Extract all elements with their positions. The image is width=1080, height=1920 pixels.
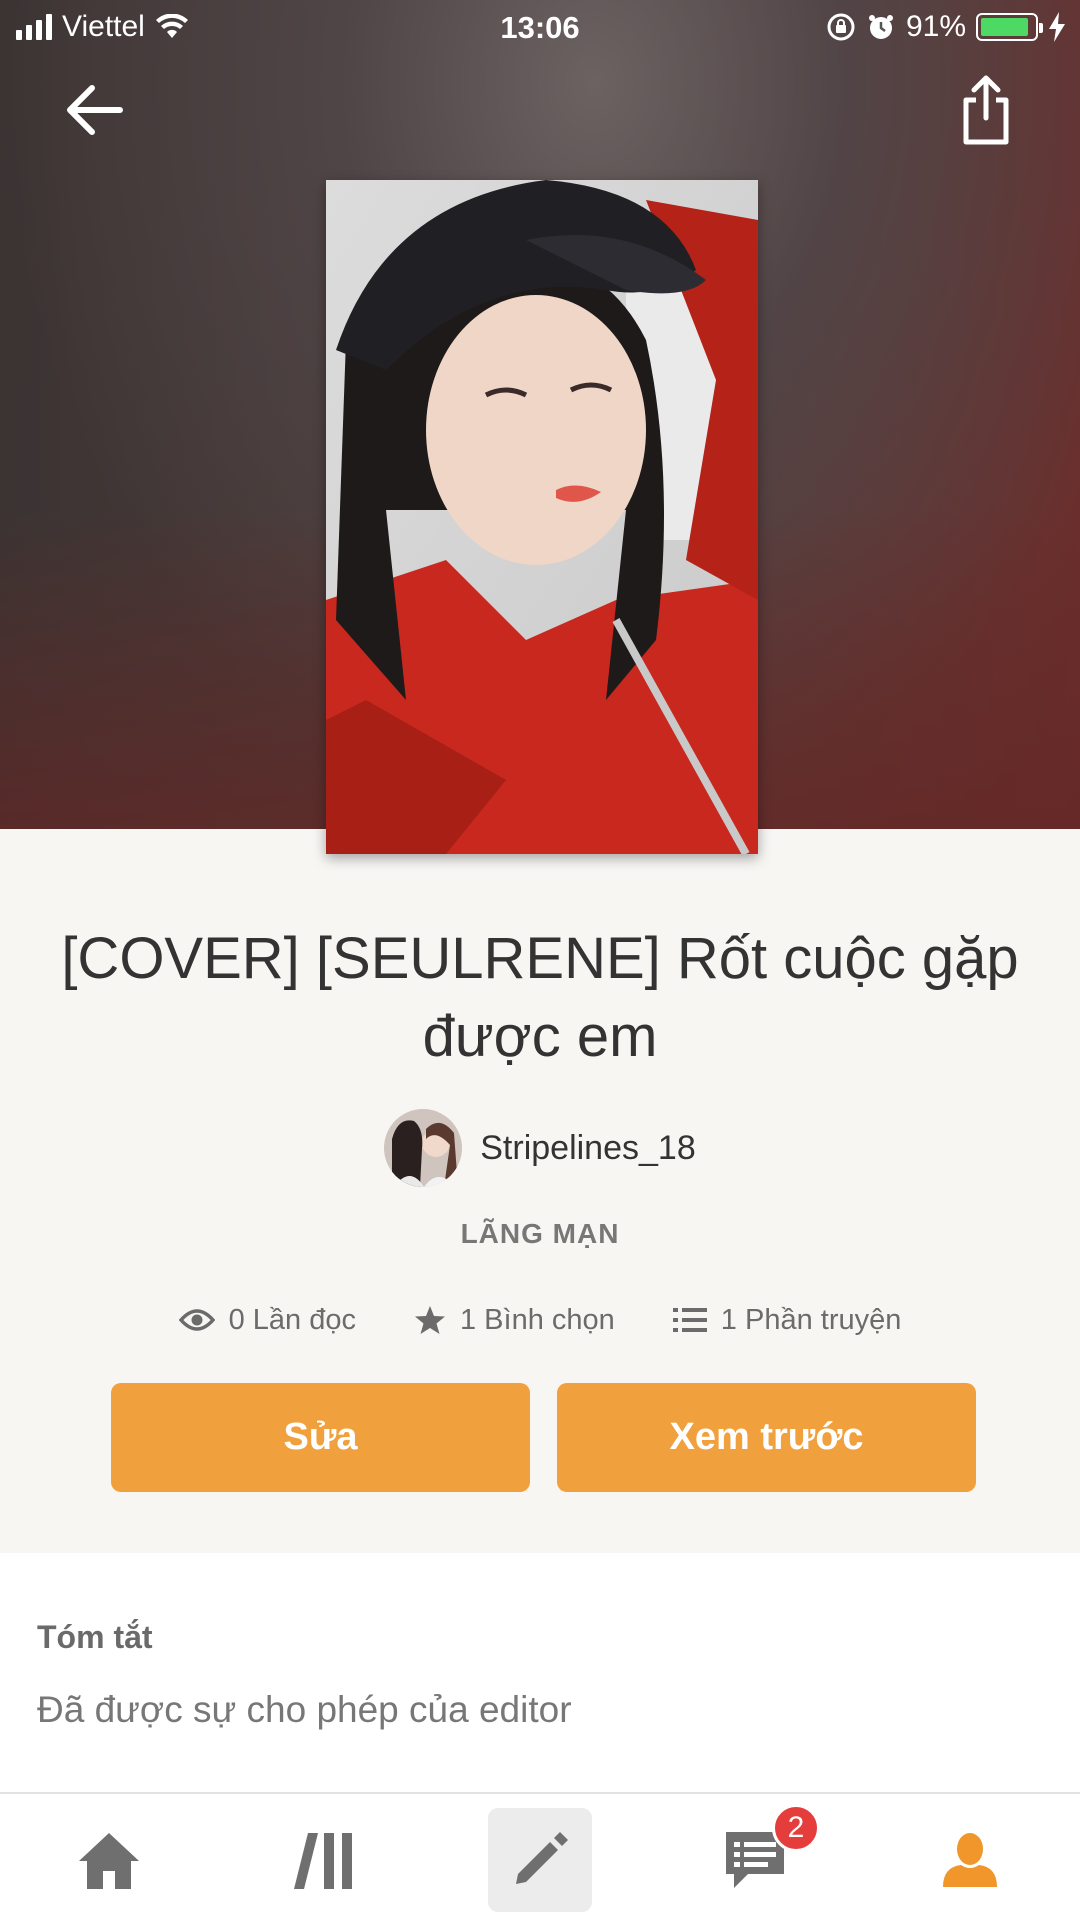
rotation-lock-icon [827,13,855,41]
back-button[interactable] [62,80,126,144]
story-cover-image [326,180,758,854]
reads-stat: 0 Lần đọc [178,1298,356,1342]
edit-button[interactable]: Sửa [111,1383,530,1492]
author-avatar [384,1109,463,1187]
list-icon [672,1308,707,1332]
votes-stat: 1 Bình chọn [414,1298,615,1342]
story-title: [COVER] [SEULRENE] Rốt cuộc gặp được em [61,926,1019,1069]
summary-section: Tóm tắt Đã được sự cho phép của editor [0,1553,1080,1793]
share-icon [963,75,1009,145]
battery-percent: 91% [905,10,966,43]
summary-heading: Tóm tắt [37,1619,153,1655]
tab-library[interactable] [272,1808,376,1912]
story-stats: 0 Lần đọc 1 Bình chọn 1 Phần truyện [0,1298,1080,1342]
profile-icon [943,1833,997,1887]
author-row[interactable]: Stripelines_18 [0,1108,1080,1188]
tab-profile[interactable] [918,1808,1022,1912]
home-icon [79,1833,139,1889]
eye-icon [178,1309,215,1331]
summary-text: Đã được sự cho phép của editor [37,1689,572,1730]
share-button[interactable] [958,74,1014,146]
parts-stat: 1 Phần truyện [672,1298,902,1342]
inbox-badge: 2 [772,1804,820,1852]
status-right: 91% [826,10,1066,44]
genre-tag[interactable]: LÃNG MẠN [0,1218,1080,1250]
status-bar: Viettel 13:06 91% [0,0,1080,54]
author-name[interactable]: Stripelines_18 [480,1129,695,1168]
library-icon [294,1833,352,1889]
parts-count: 1 Phần truyện [720,1303,902,1336]
star-icon [415,1306,445,1334]
arrow-left-icon [67,85,123,135]
tab-write[interactable] [488,1808,592,1912]
alarm-icon [868,15,893,39]
battery-icon [976,13,1043,41]
preview-button[interactable]: Xem trước [557,1383,976,1492]
write-icon [516,1832,568,1884]
tab-home[interactable] [57,1808,161,1912]
bottom-tab-bar [0,1792,1080,1920]
story-details-screen: Viettel 13:06 91% [COVER] [SEULRENE] Rốt… [0,0,1080,1920]
reads-count: 0 Lần đọc [228,1303,356,1336]
charging-icon [1049,12,1065,42]
votes-count: 1 Bình chọn [460,1303,615,1336]
